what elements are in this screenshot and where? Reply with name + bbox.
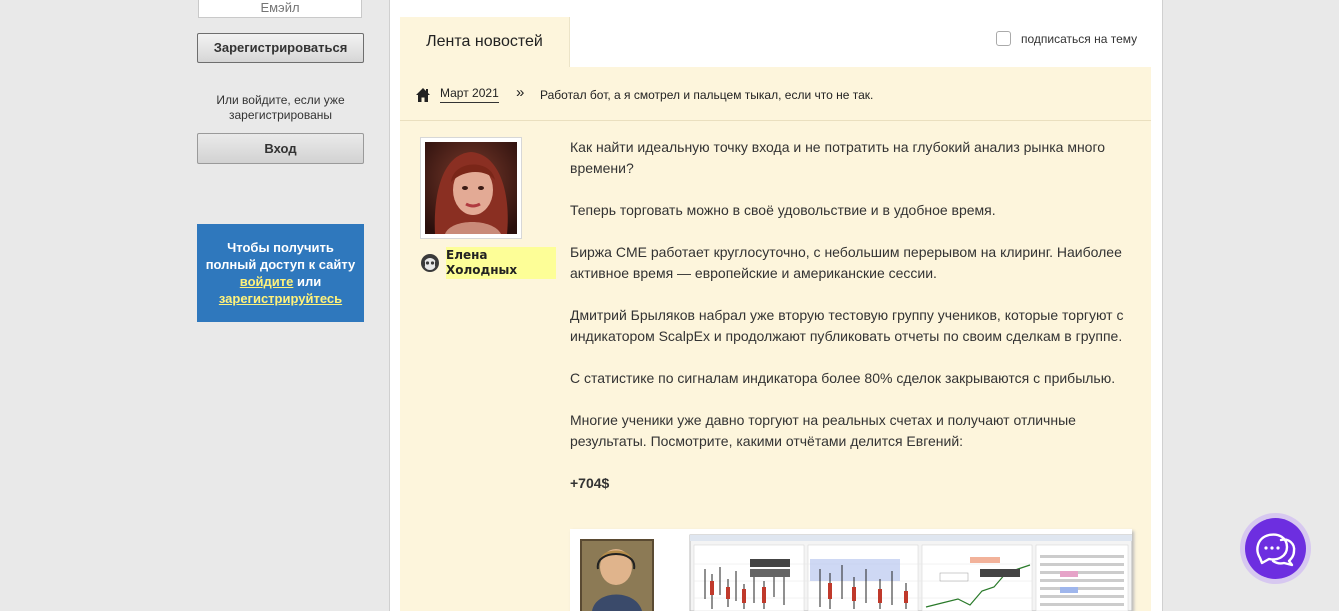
- post-body: Как найти идеальную точку входа и не пот…: [570, 137, 1136, 515]
- register-button[interactable]: Зарегистрироваться: [197, 33, 364, 63]
- author-name-link[interactable]: Елена Холодных: [446, 247, 556, 279]
- trading-report-picture: [570, 529, 1132, 611]
- promo-login-link[interactable]: войдите: [240, 274, 294, 289]
- trading-report-image[interactable]: [570, 529, 1132, 611]
- post-paragraph: Биржа CME работает круглосуточно, с небо…: [570, 244, 1122, 281]
- post-paragraph: Как найти идеальную точку входа и не пот…: [570, 139, 1106, 176]
- post-paragraph: С статистике по сигналам индикатора боле…: [570, 370, 1116, 386]
- chat-bubble-icon: [1256, 533, 1296, 567]
- author-info: Елена Холодных: [420, 247, 556, 279]
- chat-widget-button[interactable]: [1240, 513, 1311, 584]
- breadcrumb-separator: »: [516, 84, 525, 101]
- chat-button-inner: [1245, 518, 1306, 579]
- breadcrumb-post-title: Работал бот, а я смотрел и пальцем тыкал…: [540, 88, 874, 102]
- subscribe-checkbox[interactable]: [996, 31, 1011, 46]
- subscribe-toggle[interactable]: подписаться на тему: [996, 31, 1137, 46]
- feed-content: Март 2021 » Работал бот, а я смотрел и п…: [400, 67, 1151, 611]
- subscribe-label: подписаться на тему: [1021, 31, 1138, 46]
- post-paragraph: Многие ученики уже давно торгуют на реал…: [570, 412, 1076, 449]
- home-icon[interactable]: [415, 87, 431, 103]
- promo-register-link[interactable]: зарегистрируйтесь: [219, 291, 342, 306]
- author-last-name: Холодных: [446, 263, 518, 277]
- breadcrumb-month-link[interactable]: Март 2021: [440, 86, 499, 103]
- email-input[interactable]: [198, 0, 362, 18]
- access-promo-box: Чтобы получить полный доступ к сайту вой…: [197, 224, 364, 322]
- author-avatar[interactable]: [420, 137, 522, 239]
- login-button[interactable]: Вход: [197, 133, 364, 164]
- login-note: Или войдите, если уже зарегистрированы: [216, 93, 345, 122]
- author-first-name: Елена: [446, 248, 488, 262]
- post-profit-value: +704$: [570, 475, 610, 491]
- user-rank-icon: [421, 254, 439, 272]
- post-paragraph: Дмитрий Брыляков набрал уже вторую тесто…: [570, 307, 1124, 344]
- promo-text: Чтобы получить полный доступ к сайту: [205, 240, 356, 272]
- post-paragraph: Теперь торговать можно в своё удовольств…: [570, 202, 996, 218]
- tab-news-feed[interactable]: Лента новостей: [400, 17, 569, 67]
- breadcrumb: Март 2021 » Работал бот, а я смотрел и п…: [400, 67, 1151, 121]
- promo-text-middle: или: [293, 274, 322, 289]
- author-avatar-photo: [425, 142, 517, 234]
